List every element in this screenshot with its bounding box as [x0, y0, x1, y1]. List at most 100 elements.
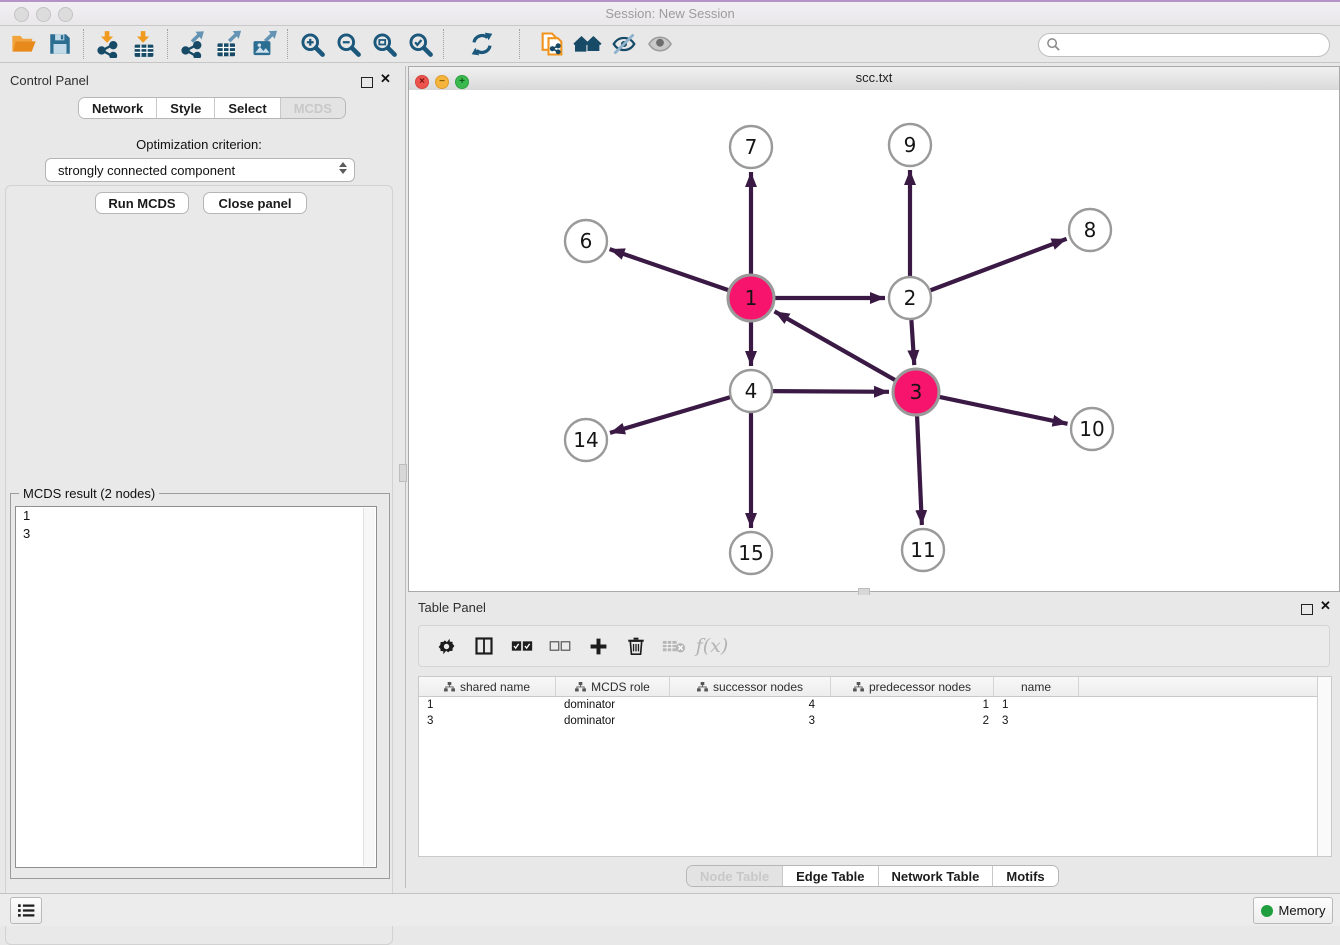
graph-edge-3-10[interactable]: [939, 397, 1067, 424]
graph-edge-4-14[interactable]: [610, 397, 730, 433]
network-minimize-button[interactable]: −: [435, 75, 449, 89]
table-row[interactable]: 3 dominator 3 2 3: [419, 713, 1331, 729]
graph-node-4[interactable]: 4: [730, 370, 772, 412]
cell-mcds-role[interactable]: dominator: [556, 697, 670, 713]
export-network-button[interactable]: [174, 27, 210, 61]
tab-node-table[interactable]: Node Table: [687, 866, 782, 886]
column-browser-button[interactable]: [465, 628, 503, 664]
column-header-name[interactable]: name: [994, 677, 1079, 696]
table-row[interactable]: 1 dominator 4 1 1: [419, 697, 1331, 713]
network-maximize-button[interactable]: +: [455, 75, 469, 89]
table-scrollbar[interactable]: [1317, 677, 1331, 856]
zoom-in-button[interactable]: [294, 27, 330, 61]
memory-button[interactable]: Memory: [1253, 897, 1333, 924]
refresh-button[interactable]: [464, 27, 500, 61]
float-control-panel-button[interactable]: [361, 75, 373, 93]
export-image-button[interactable]: [246, 27, 282, 61]
float-table-panel-button[interactable]: [1301, 602, 1313, 620]
export-table-button[interactable]: [210, 27, 246, 61]
graph-edge-2-8[interactable]: [931, 239, 1067, 290]
mcds-result-item[interactable]: 3: [16, 525, 376, 543]
tab-network[interactable]: Network: [79, 98, 156, 118]
refresh-icon: [469, 31, 495, 57]
table-tabs: Node Table Edge Table Network Table Moti…: [686, 865, 1059, 887]
network-window-titlebar[interactable]: scc.txt ×−+: [409, 67, 1339, 91]
cell-name[interactable]: 1: [994, 697, 1079, 713]
zoom-window-button[interactable]: [58, 7, 73, 22]
minimize-window-button[interactable]: [36, 7, 51, 22]
table-settings-button[interactable]: [427, 628, 465, 664]
trash-icon: [627, 636, 645, 656]
splitter-grip[interactable]: [399, 464, 407, 482]
graph-edge-3-1[interactable]: [774, 311, 895, 380]
mcds-result-list[interactable]: 1 3: [15, 506, 377, 868]
cell-predecessor-nodes[interactable]: 1: [831, 697, 994, 713]
function-builder-button[interactable]: f(x): [693, 628, 731, 664]
column-header-predecessor-nodes[interactable]: predecessor nodes: [831, 677, 994, 696]
import-table-button[interactable]: [126, 27, 162, 61]
search-input[interactable]: [1038, 33, 1330, 57]
tab-mcds[interactable]: MCDS: [280, 98, 345, 118]
graph-node-11[interactable]: 11: [902, 529, 944, 571]
criterion-dropdown[interactable]: strongly connected component: [45, 158, 355, 182]
result-scrollbar[interactable]: [363, 508, 375, 866]
tab-select[interactable]: Select: [214, 98, 279, 118]
cell-successor-nodes[interactable]: 3: [670, 713, 831, 729]
delete-table-button[interactable]: [655, 628, 693, 664]
close-table-panel-button[interactable]: ✕: [1320, 601, 1331, 611]
tab-style[interactable]: Style: [156, 98, 214, 118]
graph-node-8[interactable]: 8: [1069, 209, 1111, 251]
run-mcds-button[interactable]: Run MCDS: [95, 192, 189, 214]
unselect-all-columns-button[interactable]: [541, 628, 579, 664]
zoom-selected-button[interactable]: [402, 27, 438, 61]
zoom-fit-button[interactable]: [366, 27, 402, 61]
cell-shared-name[interactable]: 3: [419, 713, 556, 729]
zoom-out-button[interactable]: [330, 27, 366, 61]
graph-node-1[interactable]: 1: [728, 275, 774, 321]
search-icon: [1046, 37, 1061, 52]
tab-edge-table[interactable]: Edge Table: [782, 866, 877, 886]
graph-edge-3-11[interactable]: [917, 416, 922, 525]
hide-selected-button[interactable]: [606, 27, 642, 61]
graph-node-7[interactable]: 7: [730, 126, 772, 168]
delete-column-button[interactable]: [617, 628, 655, 664]
cell-successor-nodes[interactable]: 4: [670, 697, 831, 713]
graph-node-6[interactable]: 6: [565, 220, 607, 262]
close-panel-button[interactable]: Close panel: [203, 192, 307, 214]
tab-motifs[interactable]: Motifs: [992, 866, 1057, 886]
graph-node-3[interactable]: 3: [893, 369, 939, 415]
graph-edge-4-3[interactable]: [773, 391, 889, 392]
close-window-button[interactable]: [14, 7, 29, 22]
open-session-button[interactable]: [6, 27, 42, 61]
network-canvas[interactable]: 7 9 6 8 1 2 4 3 14 10 15 11: [409, 90, 1339, 591]
graph-node-9[interactable]: 9: [889, 124, 931, 166]
graph-edge-2-3[interactable]: [911, 320, 914, 365]
graph-node-14[interactable]: 14: [565, 419, 607, 461]
graph-edge-1-6[interactable]: [610, 249, 729, 290]
first-neighbors-button[interactable]: [570, 27, 606, 61]
window-controls[interactable]: [14, 7, 80, 27]
mcds-result-item[interactable]: 1: [16, 507, 376, 525]
clone-network-button[interactable]: [534, 27, 570, 61]
close-control-panel-button[interactable]: ✕: [380, 74, 391, 84]
eye-slash-icon: [610, 31, 638, 57]
select-all-columns-button[interactable]: [503, 628, 541, 664]
tab-network-table[interactable]: Network Table: [878, 866, 993, 886]
panel-splitter[interactable]: [398, 66, 408, 888]
network-close-button[interactable]: ×: [415, 75, 429, 89]
save-session-button[interactable]: [42, 27, 78, 61]
import-network-button[interactable]: [90, 27, 126, 61]
create-column-button[interactable]: [579, 628, 617, 664]
task-history-button[interactable]: [10, 897, 42, 924]
graph-node-2[interactable]: 2: [889, 277, 931, 319]
show-all-button[interactable]: [642, 27, 678, 61]
graph-node-10[interactable]: 10: [1071, 408, 1113, 450]
cell-mcds-role[interactable]: dominator: [556, 713, 670, 729]
column-header-shared-name[interactable]: shared name: [419, 677, 556, 696]
column-header-successor-nodes[interactable]: successor nodes: [670, 677, 831, 696]
cell-shared-name[interactable]: 1: [419, 697, 556, 713]
cell-predecessor-nodes[interactable]: 2: [831, 713, 994, 729]
column-header-mcds-role[interactable]: MCDS role: [556, 677, 670, 696]
graph-node-15[interactable]: 15: [730, 532, 772, 574]
cell-name[interactable]: 3: [994, 713, 1079, 729]
